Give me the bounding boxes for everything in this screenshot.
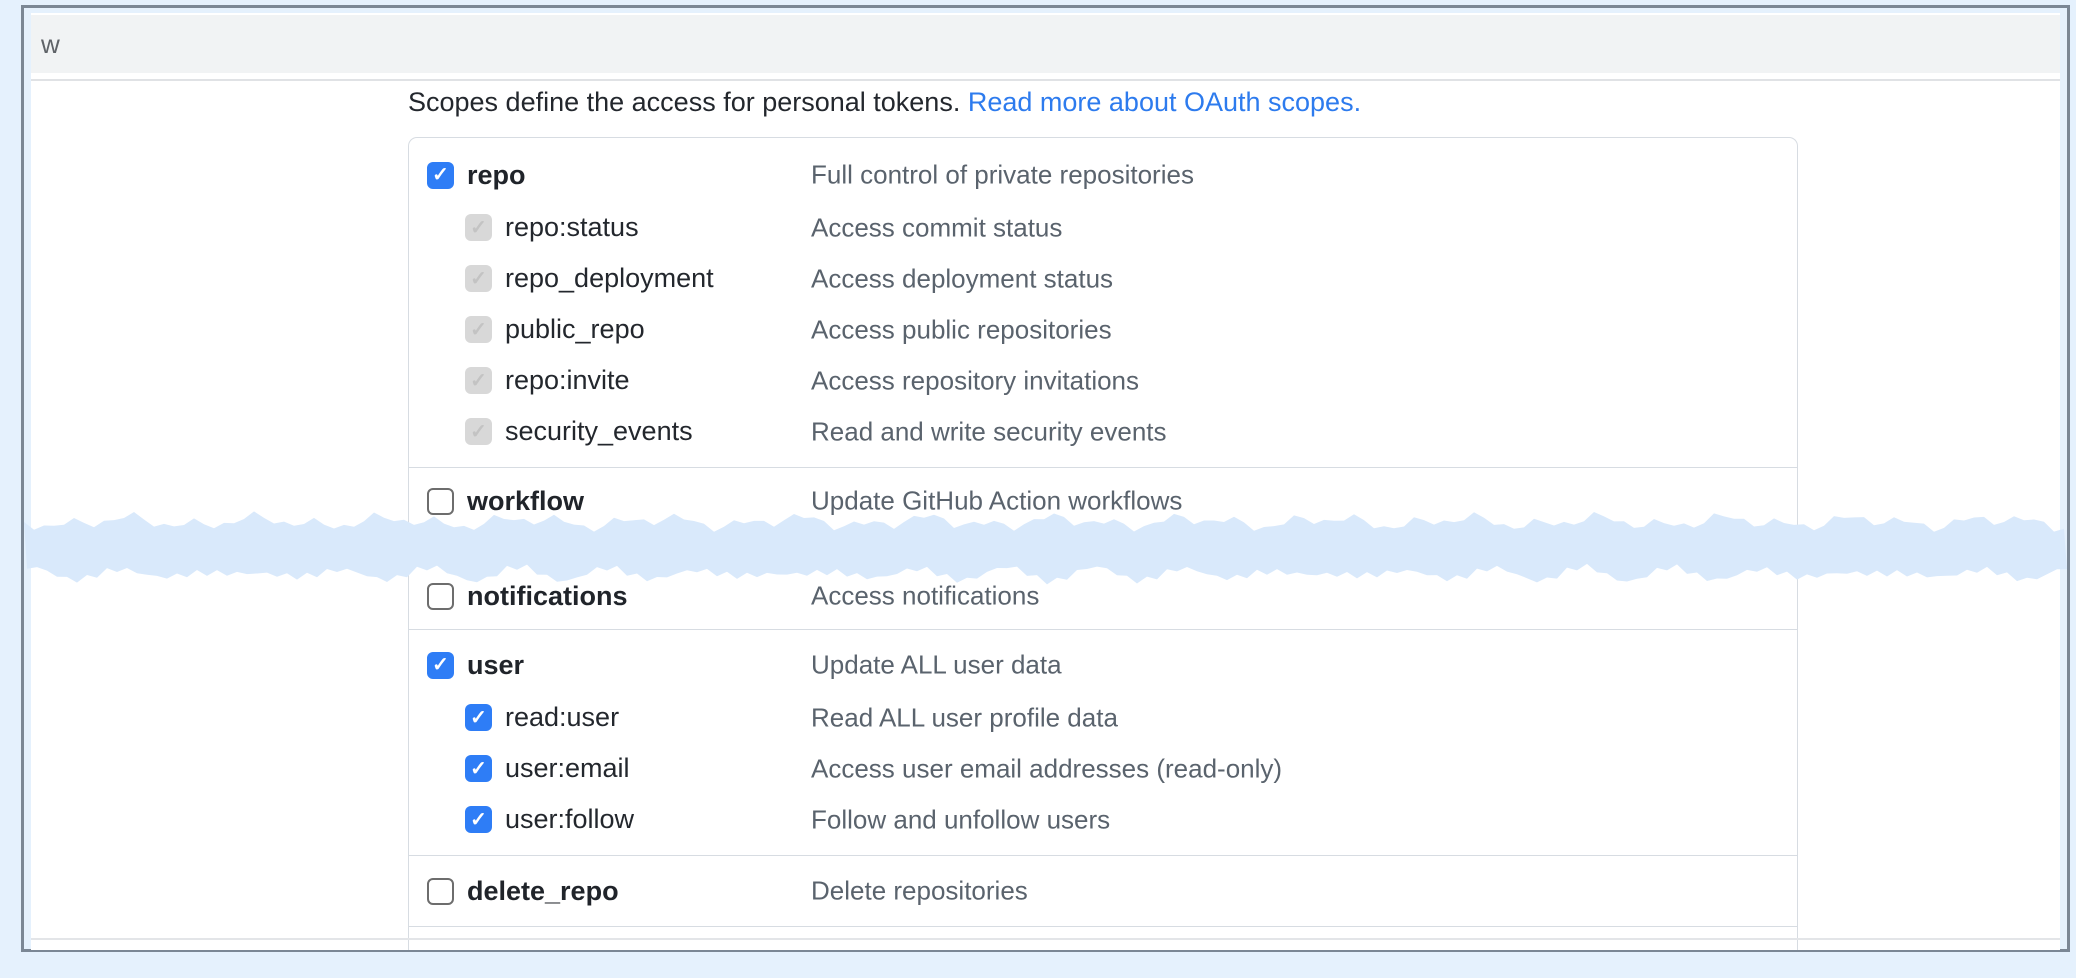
scope-name: repo_deployment <box>505 263 714 294</box>
check-icon: ✓ <box>432 655 449 675</box>
scope-group-delete-repo: ✓ delete_repo Delete repositories <box>409 855 1797 926</box>
scope-name: repo:status <box>505 212 639 243</box>
checkbox-repo[interactable]: ✓ <box>427 162 454 189</box>
scope-description: Access user email addresses (read-only) <box>811 753 1282 784</box>
scope-row-repo-deployment: ✓ repo_deployment Access deployment stat… <box>409 253 1797 304</box>
checkbox-user-email[interactable]: ✓ <box>465 755 492 782</box>
scope-description: Read ALL user profile data <box>811 702 1118 733</box>
checkbox-notifications[interactable]: ✓ <box>427 583 454 610</box>
scope-description: Update ALL user data <box>811 650 1062 681</box>
scope-name[interactable]: user:email <box>505 753 630 784</box>
scope-group-repo: ✓ repo Full control of private repositor… <box>409 138 1797 467</box>
scope-name[interactable]: workflow <box>467 486 584 517</box>
scope-name: security_events <box>505 416 693 447</box>
checkbox-delete-repo[interactable]: ✓ <box>427 878 454 905</box>
checkbox-public-repo: ✓ <box>465 316 492 343</box>
scope-group-notifications: ✓ notifications Access notifications <box>409 562 1797 629</box>
scope-name[interactable]: repo <box>467 160 526 191</box>
scope-name[interactable]: user:follow <box>505 804 634 835</box>
scope-name: public_repo <box>505 314 645 345</box>
scope-name[interactable]: delete_repo <box>467 876 619 907</box>
scope-row-repo-invite: ✓ repo:invite Access repository invitati… <box>409 355 1797 406</box>
oauth-scopes-link[interactable]: Read more about OAuth scopes. <box>968 87 1361 117</box>
scopes-list: ✓ repo Full control of private repositor… <box>408 137 1798 950</box>
scope-description: Follow and unfollow users <box>811 804 1110 835</box>
checkbox-repo-status: ✓ <box>465 214 492 241</box>
scope-description: Update GitHub Action workflows <box>811 486 1182 517</box>
scope-row-notifications[interactable]: ✓ notifications Access notifications <box>409 569 1797 623</box>
check-icon: ✓ <box>470 708 487 728</box>
scope-group-user: ✓ user Update ALL user data ✓ read:user … <box>409 629 1797 855</box>
checkbox-user[interactable]: ✓ <box>427 652 454 679</box>
scope-description: Access deployment status <box>811 263 1113 294</box>
checkbox-read-user[interactable]: ✓ <box>465 704 492 731</box>
page: w Scopes define the access for personal … <box>31 13 2060 950</box>
scope-name[interactable]: read:user <box>505 702 619 733</box>
check-icon: ✓ <box>470 371 487 391</box>
scope-row-user[interactable]: ✓ user Update ALL user data <box>409 638 1797 692</box>
scope-row-user-follow[interactable]: ✓ user:follow Follow and unfollow users <box>409 794 1797 845</box>
checkbox-user-follow[interactable]: ✓ <box>465 806 492 833</box>
scope-description: Access commit status <box>811 212 1062 243</box>
viewport-cut-line <box>31 938 2060 940</box>
scope-name[interactable]: user <box>467 650 524 681</box>
scope-group-workflow: ✓ workflow Update GitHub Action workflow… <box>409 467 1797 534</box>
main-content: Scopes define the access for personal to… <box>31 85 2060 950</box>
check-icon: ✓ <box>470 759 487 779</box>
check-icon: ✓ <box>470 810 487 830</box>
scope-name: repo:invite <box>505 365 630 396</box>
scopes-intro: Scopes define the access for personal to… <box>408 85 2060 119</box>
check-icon: ✓ <box>470 269 487 289</box>
scope-description: Access repository invitations <box>811 365 1139 396</box>
check-icon: ✓ <box>470 218 487 238</box>
scope-description: Read and write security events <box>811 416 1167 447</box>
scope-row-security-events: ✓ security_events Read and write securit… <box>409 406 1797 457</box>
scope-description: Access notifications <box>811 581 1039 612</box>
scope-row-workflow[interactable]: ✓ workflow Update GitHub Action workflow… <box>409 474 1797 528</box>
scopes-intro-text: Scopes define the access for personal to… <box>408 87 960 117</box>
scope-row-delete-repo[interactable]: ✓ delete_repo Delete repositories <box>409 864 1797 918</box>
scope-name[interactable]: notifications <box>467 581 628 612</box>
top-input-bar[interactable]: w <box>31 15 2060 73</box>
check-icon: ✓ <box>470 320 487 340</box>
scope-description: Delete repositories <box>811 876 1028 907</box>
scope-description: Full control of private repositories <box>811 160 1194 191</box>
checkbox-repo-invite: ✓ <box>465 367 492 394</box>
checkbox-workflow[interactable]: ✓ <box>427 488 454 515</box>
window-frame: w Scopes define the access for personal … <box>21 5 2070 952</box>
checkbox-security-events: ✓ <box>465 418 492 445</box>
top-input-bar-text: w <box>31 29 60 60</box>
torn-gap <box>409 534 1797 562</box>
scope-row-read-user[interactable]: ✓ read:user Read ALL user profile data <box>409 692 1797 743</box>
scope-description: Access public repositories <box>811 314 1112 345</box>
scope-row-user-email[interactable]: ✓ user:email Access user email addresses… <box>409 743 1797 794</box>
scope-row-public-repo: ✓ public_repo Access public repositories <box>409 304 1797 355</box>
check-icon: ✓ <box>432 165 449 185</box>
checkbox-repo-deployment: ✓ <box>465 265 492 292</box>
topbar-divider <box>31 79 2060 81</box>
scope-row-repo[interactable]: ✓ repo Full control of private repositor… <box>409 148 1797 202</box>
check-icon: ✓ <box>470 422 487 442</box>
scope-row-repo-status: ✓ repo:status Access commit status <box>409 202 1797 253</box>
